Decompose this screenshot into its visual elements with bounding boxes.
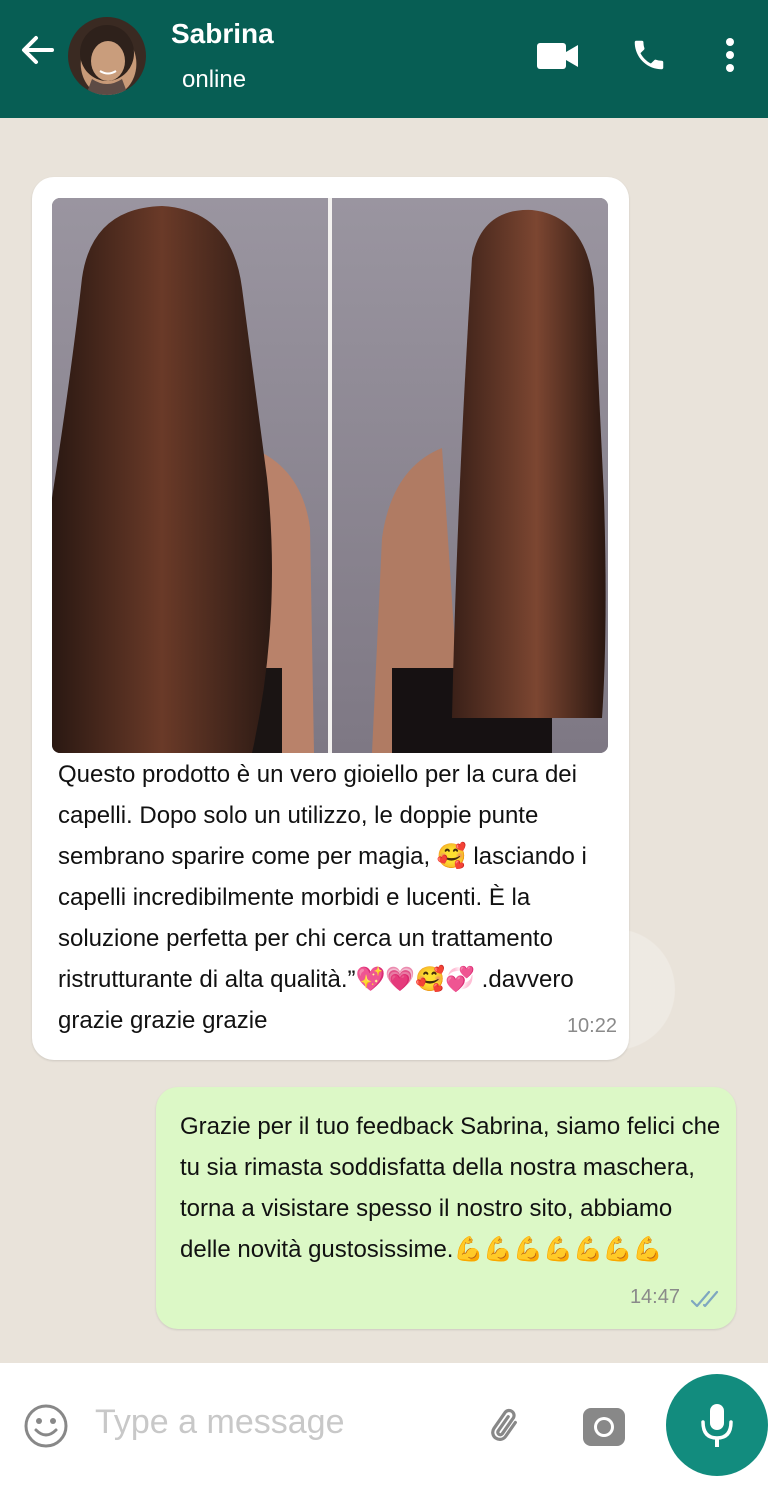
incoming-message-bubble[interactable]: Questo prodotto è un vero gioiello per l… [32,177,629,1060]
contact-status: online [182,66,247,93]
avatar[interactable] [68,17,146,95]
video-camera-icon[interactable] [536,40,580,72]
microphone-icon [701,1404,733,1447]
attach-icon[interactable] [483,1403,531,1451]
back-arrow-icon[interactable] [18,30,58,70]
contact-name[interactable]: Sabrina [171,18,274,50]
camera-icon[interactable] [580,1403,628,1451]
emoji-icon[interactable] [22,1402,70,1450]
message-time: 14:47 [629,1286,680,1308]
more-vert-icon[interactable] [722,36,738,76]
message-input[interactable]: Type a message [95,1403,344,1442]
message-photo[interactable] [52,198,608,753]
photo-before [52,198,328,753]
microphone-button[interactable] [666,1374,768,1476]
message-text: Questo prodotto è un vero gioiello per l… [58,761,587,1034]
outgoing-message-bubble[interactable]: Grazie per il tuo feedback Sabrina, siam… [156,1087,736,1329]
photo-after [332,198,608,753]
message-text: Grazie per il tuo feedback Sabrina, siam… [180,1113,721,1263]
message-time: 10:22 [566,1015,617,1037]
chat-header: Sabrina online [0,0,768,118]
double-check-icon [690,1289,724,1309]
phone-icon[interactable] [630,36,668,74]
message-composer: Type a message [0,1363,768,1485]
